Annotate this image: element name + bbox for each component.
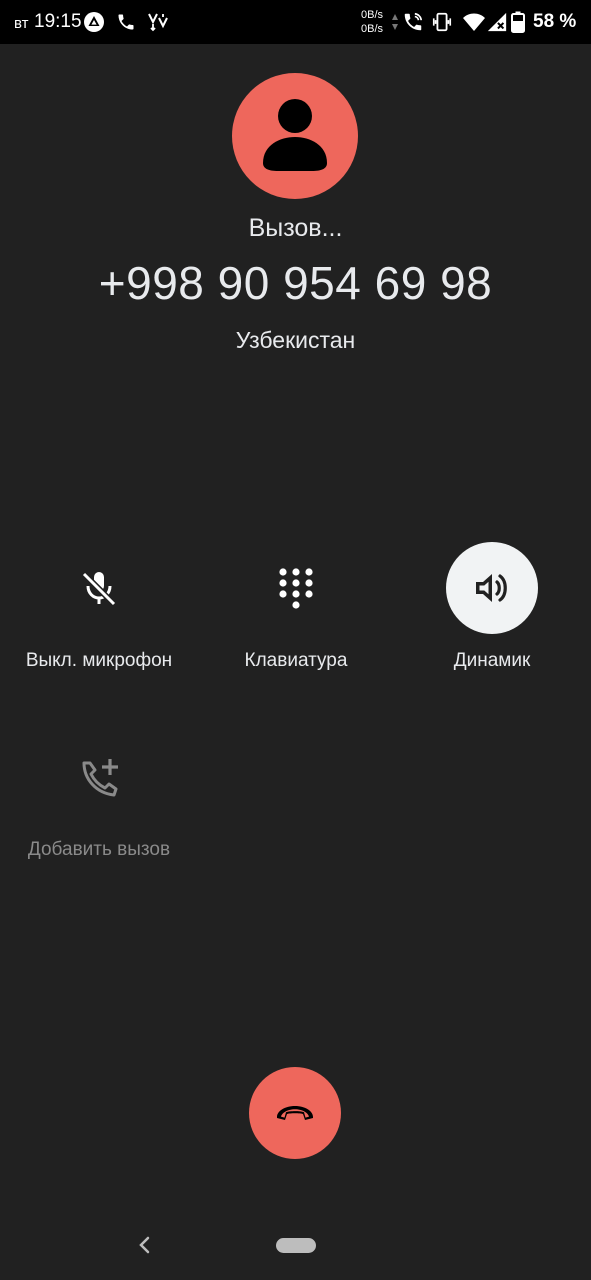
network-speed: 0B/s 0B/s xyxy=(361,8,383,36)
vibrate-icon xyxy=(432,12,452,32)
status-bar: вт 19:15 0B/s 0B/s 58 % xyxy=(0,0,591,44)
back-nav-icon[interactable] xyxy=(132,1232,158,1258)
wifi-icon xyxy=(463,13,485,31)
status-time: 19:15 xyxy=(34,11,82,32)
signal-activity-icon xyxy=(148,13,168,32)
call-status: Вызов... xyxy=(248,214,343,242)
mute-icon-wrap xyxy=(53,542,145,634)
keypad-label: Клавиатура xyxy=(244,650,348,671)
add-call-label: Добавить вызов xyxy=(27,839,171,860)
data-arrows-icon xyxy=(392,14,398,30)
caller-location: Узбекистан xyxy=(235,327,356,353)
keypad-button[interactable]: Клавиатура xyxy=(198,542,394,692)
network-speed-down: 0B/s xyxy=(361,23,384,35)
speaker-button[interactable]: Динамик xyxy=(394,542,590,692)
battery-icon xyxy=(511,11,525,33)
add-call-icon xyxy=(82,759,118,797)
no-signal-icon xyxy=(487,12,507,32)
add-call-button[interactable]: Добавить вызов xyxy=(1,731,197,881)
speaker-icon-wrap xyxy=(446,542,538,634)
speaker-label: Динамик xyxy=(453,650,531,671)
in-call-screen: вт 19:15 0B/s 0B/s 58 % Вызов... +998 90… xyxy=(0,0,591,1280)
person-icon xyxy=(263,99,327,171)
end-call-button[interactable] xyxy=(249,1067,341,1159)
wifi-call-icon xyxy=(404,12,423,31)
mute-button[interactable]: Выкл. микрофон xyxy=(1,542,197,692)
add-call-icon-wrap xyxy=(53,731,145,823)
phone-number: +998 90 954 69 98 xyxy=(98,257,493,309)
app-notification-icon xyxy=(84,12,104,32)
phone-icon xyxy=(118,14,134,30)
caller-avatar xyxy=(232,73,358,199)
dialpad-icon xyxy=(279,568,313,609)
hang-up-icon xyxy=(277,1106,313,1120)
network-speed-up: 0B/s xyxy=(361,9,384,21)
battery-percentage: 58 % xyxy=(533,11,577,32)
speaker-icon xyxy=(476,574,507,602)
mic-off-icon xyxy=(81,571,117,607)
home-nav-pill[interactable] xyxy=(276,1238,316,1253)
keypad-icon-wrap xyxy=(250,542,342,634)
mute-label: Выкл. микрофон xyxy=(25,650,173,671)
status-day: вт xyxy=(14,15,29,32)
